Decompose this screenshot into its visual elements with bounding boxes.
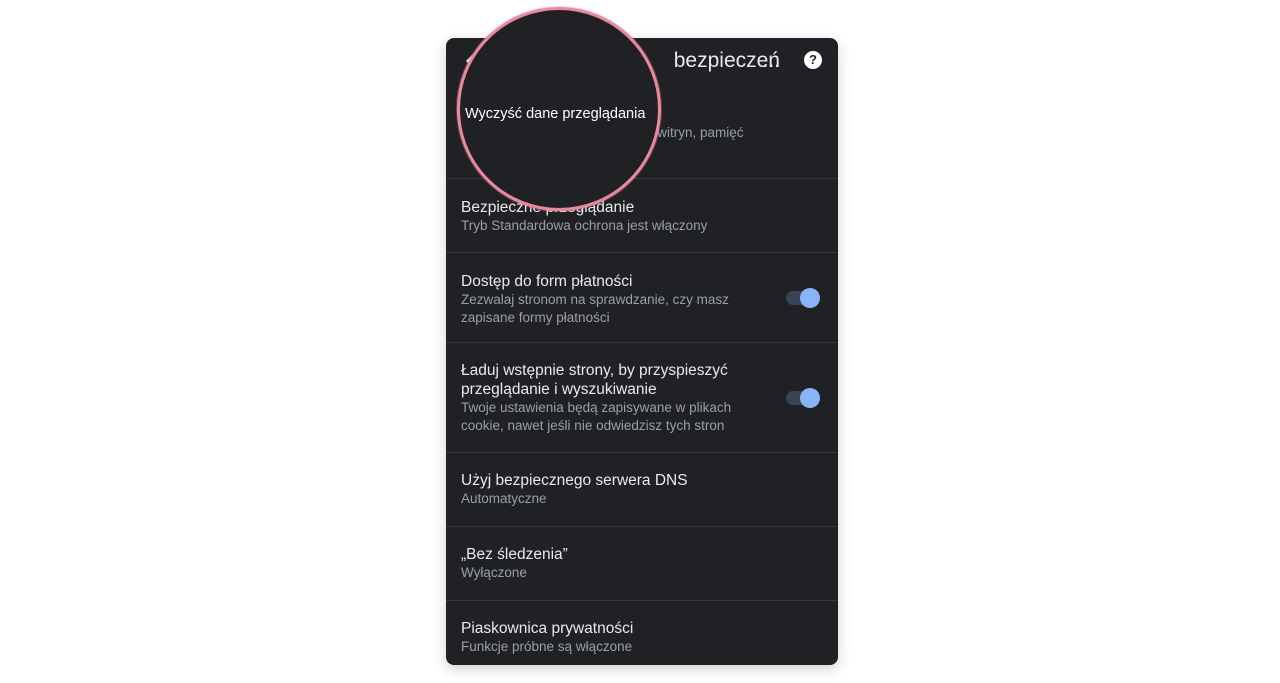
setting-do-not-track[interactable]: „Bez śledzenia” Wyłączone [446,527,838,601]
toggle-knob [800,388,820,408]
magnifier-highlight: Wyczyść dane przeglądania [457,7,661,211]
toggle-knob [800,288,820,308]
title-ellipsis: ... [762,49,780,72]
page-title: bezpieczeń ... [650,46,800,76]
setting-payment-methods[interactable]: Dostęp do form płatności Zezwalaj strono… [446,253,838,343]
setting-label: „Bez śledzenia” [461,546,568,563]
help-icon[interactable]: ? [804,51,822,69]
setting-label: Użyj bezpiecznego serwera DNS [461,472,688,489]
stage: bezpieczeń ... ? ane witryn, pamięć Bezp… [0,0,1280,683]
setting-label: Ładuj wstępnie strony, by przyspieszyć p… [461,362,728,398]
setting-description: Wyłączone [461,565,527,580]
setting-label: Dostęp do form płatności [461,273,633,290]
setting-description: Automatyczne [461,491,547,506]
setting-secure-dns[interactable]: Użyj bezpiecznego serwera DNS Automatycz… [446,453,838,527]
setting-description: Zezwalaj stronom na sprawdzanie, czy mas… [461,292,729,325]
setting-preload-pages[interactable]: Ładuj wstępnie strony, by przyspieszyć p… [446,343,838,453]
magnified-label-clear-browsing-data[interactable]: Wyczyść dane przeglądania [465,106,645,122]
setting-description: Twoje ustawienia będą zapisywane w plika… [461,400,732,433]
setting-description: Funkcje próbne są włączone [461,639,633,654]
payment-methods-toggle[interactable] [786,288,820,308]
setting-privacy-sandbox[interactable]: Piaskownica prywatności Funkcje próbne s… [446,601,838,665]
preload-pages-toggle[interactable] [786,388,820,408]
setting-label: Piaskownica prywatności [461,620,634,637]
setting-description: Tryb Standardowa ochrona jest włączony [461,218,708,233]
